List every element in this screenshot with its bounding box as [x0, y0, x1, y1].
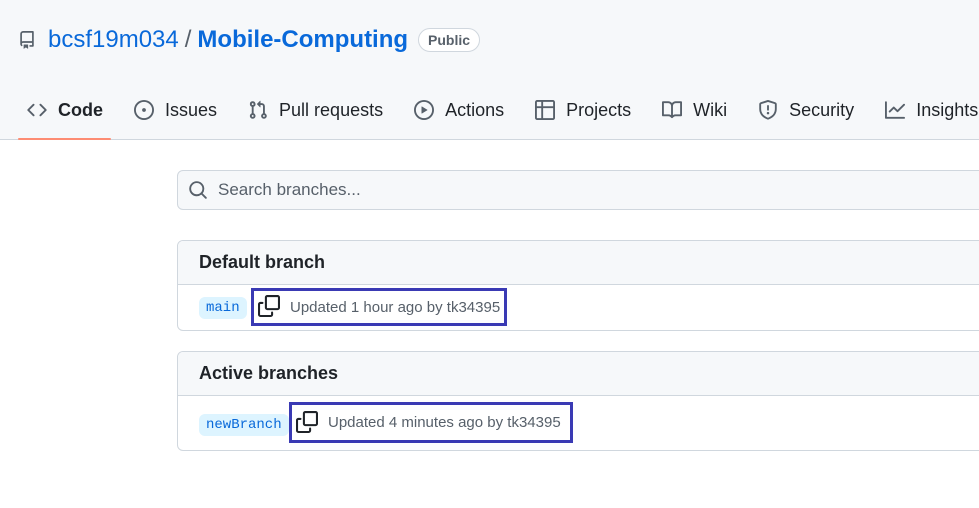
default-branch-heading: Default branch [178, 241, 979, 285]
repo-tabs: Code Issues Pull requests Actions Projec… [16, 88, 979, 140]
updated-text: Updated 4 minutes ago by tk34395 [328, 414, 561, 431]
tab-label: Insights [916, 99, 979, 120]
tab-wiki[interactable]: Wiki [651, 88, 737, 132]
tab-code[interactable]: Code [16, 88, 113, 140]
issue-icon [133, 99, 155, 121]
pull-request-icon [247, 99, 269, 121]
table-icon [534, 99, 556, 121]
visibility-badge: Public [418, 28, 481, 52]
branch-row: main Updated 1 hour ago by tk34395 [178, 285, 979, 330]
tab-label: Wiki [693, 99, 728, 120]
branch-name-link[interactable]: main [199, 297, 247, 319]
repo-header: bcsf19m034 / Mobile-Computing Public Cod… [0, 0, 979, 140]
tab-label: Code [58, 99, 103, 120]
code-icon [26, 99, 48, 121]
tab-actions[interactable]: Actions [403, 88, 514, 132]
active-branches-box: Active branches newBranch Updated 4 minu… [177, 351, 979, 451]
tab-label: Pull requests [279, 99, 384, 120]
tab-label: Issues [165, 99, 218, 120]
tab-label: Projects [566, 99, 632, 120]
path-separator: / [184, 26, 192, 53]
copy-icon[interactable] [296, 410, 320, 435]
tab-projects[interactable]: Projects [524, 88, 641, 132]
play-icon [413, 99, 435, 121]
branch-row: newBranch Updated 4 minutes ago by tk343… [178, 396, 979, 450]
graph-icon [884, 99, 906, 121]
tab-label: Security [789, 99, 855, 120]
branch-meta-highlight: Updated 1 hour ago by tk34395 [251, 288, 507, 326]
active-branches-heading: Active branches [178, 352, 979, 396]
repo-icon [18, 31, 36, 49]
book-icon [661, 99, 683, 121]
tab-issues[interactable]: Issues [123, 88, 227, 132]
repo-owner-link[interactable]: bcsf19m034 [48, 26, 179, 54]
repo-title: bcsf19m034 / Mobile-Computing Public [18, 24, 481, 56]
search-icon [188, 180, 208, 200]
default-branch-box: Default branch main Updated 1 hour ago b… [177, 240, 979, 331]
search-input[interactable] [218, 180, 918, 200]
branch-meta-highlight: Updated 4 minutes ago by tk34395 [289, 402, 573, 443]
branch-search [177, 170, 979, 210]
branch-name-link[interactable]: newBranch [199, 414, 289, 436]
tab-insights[interactable]: Insights [874, 88, 979, 132]
tab-label: Actions [445, 99, 505, 120]
copy-icon[interactable] [258, 295, 282, 319]
repo-name-link[interactable]: Mobile-Computing [197, 26, 408, 54]
shield-icon [757, 99, 779, 121]
updated-text: Updated 1 hour ago by tk34395 [290, 298, 501, 316]
tab-security[interactable]: Security [747, 88, 864, 132]
tab-pull-requests[interactable]: Pull requests [237, 88, 393, 132]
